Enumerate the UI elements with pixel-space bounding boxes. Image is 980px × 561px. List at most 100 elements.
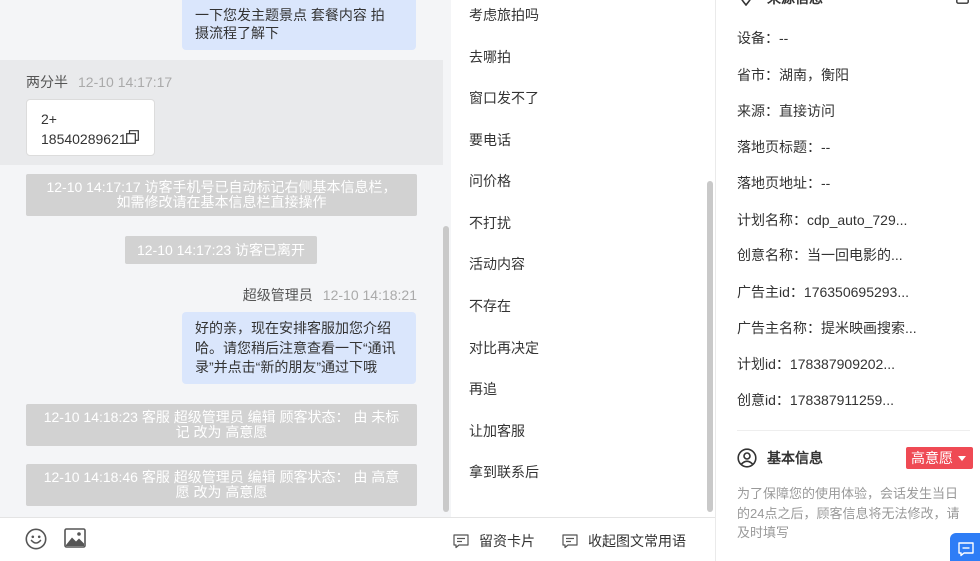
info-value: 178387909202... [789, 356, 896, 372]
quick-phrase-item[interactable]: 要电话 [469, 129, 511, 151]
info-label: 来源： [737, 103, 779, 119]
info-row-region: 省市：湖南，衡阳 [737, 65, 849, 85]
quick-phrase-item[interactable]: 问价格 [469, 170, 511, 192]
message-meta: 超级管理员 12-10 14:18:21 [26, 285, 417, 305]
info-value: cdp_auto_729... [807, 212, 908, 228]
chat-icon [958, 542, 974, 557]
customer-info-panel: 来源信息 设备：-- 省市：湖南，衡阳 来源：直接访问 落地页标题：-- 落地页… [715, 0, 980, 561]
system-message-line: 12-10 14:18:23 客服 超级管理员 编辑 顾客状态： 由 未标 [43, 409, 400, 425]
info-value: -- [779, 30, 789, 46]
user-circle-icon [737, 448, 757, 468]
copy-icon[interactable] [126, 130, 139, 144]
message-line: 摄流程了解下 [195, 25, 279, 41]
info-row-source: 来源：直接访问 [737, 101, 835, 121]
info-row-creative-id: 创意id：178387911259... [737, 390, 894, 410]
info-label: 创意名称： [737, 247, 807, 263]
message-line: 录”并点击“新的朋友”通过下哦 [195, 359, 377, 375]
collapse-phrases-button[interactable]: 收起图文常用语 [562, 530, 686, 552]
lead-card-label: 留资卡片 [479, 533, 535, 549]
info-row-device: 设备：-- [737, 28, 788, 48]
notice-line: 为了保障您的使用体验，会话发生当日 [737, 486, 959, 501]
system-message-line: 记 改为 高意愿 [175, 424, 268, 440]
quick-phrase-item[interactable]: 窗口发不了 [469, 87, 539, 109]
info-value: -- [821, 139, 831, 155]
visitor-message-row: 两分半 12-10 14:17:17 2+ 18540289621 [0, 60, 443, 165]
quick-phrase-item[interactable]: 让加客服 [469, 420, 525, 442]
info-value: 当一回电影的... [807, 247, 903, 263]
info-row-landing-url: 落地页地址：-- [737, 173, 830, 193]
info-label: 广告主名称： [737, 320, 821, 336]
sender-name: 两分半 [26, 74, 68, 90]
info-value: 提米映画搜索... [821, 320, 917, 336]
system-message-line: 12-10 14:17:23 访客已离开 [136, 242, 306, 258]
floating-chat-button[interactable] [950, 533, 980, 561]
image-icon[interactable] [64, 528, 86, 548]
section-divider [737, 430, 970, 431]
intent-status-dropdown[interactable]: 高意愿 [906, 447, 973, 469]
info-label: 省市： [737, 67, 779, 83]
info-label: 落地页标题： [737, 139, 821, 155]
message-line: 哈。请您稍后注意查看一下“通讯 [195, 339, 396, 356]
message-line: 一下您发主题景点 套餐内容 拍 [195, 7, 385, 23]
info-row-plan-id: 计划id：178387909202... [737, 354, 895, 374]
caret-down-icon [958, 456, 966, 461]
system-message: 12-10 14:17:23 访客已离开 [125, 236, 317, 264]
quick-phrase-item[interactable]: 活动内容 [469, 253, 525, 275]
quick-phrase-item[interactable]: 对比再决定 [469, 337, 539, 359]
edit-square-icon[interactable] [956, 0, 969, 4]
info-row-plan-name: 计划名称：cdp_auto_729... [737, 210, 907, 230]
quick-phrase-item[interactable]: 考虑旅拍吗 [469, 4, 539, 26]
system-message: 12-10 14:18:46 客服 超级管理员 编辑 顾客状态： 由 高意 愿 … [26, 464, 417, 506]
lead-card-button[interactable]: 留资卡片 [453, 530, 535, 552]
info-label: 计划id： [737, 356, 790, 372]
notice-line: 的24点之后，顾客信息将无法修改，请 [737, 505, 960, 521]
quick-phrase-item[interactable]: 再追 [469, 378, 497, 400]
collapse-phrases-label: 收起图文常用语 [588, 533, 686, 549]
quick-phrase-panel: 考虑旅拍吗 去哪拍 窗口发不了 要电话 问价格 不打扰 活动内容 不存在 对比再… [451, 0, 715, 517]
info-value: 湖南，衡阳 [779, 67, 849, 83]
info-row-creative-name: 创意名称：当一回电影的... [737, 245, 903, 265]
agent-message-bubble: 一下您发主题景点 套餐内容 拍 摄流程了解下 [182, 0, 416, 50]
system-message: 12-10 14:17:17 访客手机号已自动标记右侧基本信息栏， 如需修改请在… [26, 174, 417, 216]
info-label: 创意id： [737, 392, 790, 408]
system-message-line: 12-10 14:18:46 客服 超级管理员 编辑 顾客状态： 由 高意 [43, 469, 400, 485]
input-toolbar: 留资卡片 收起图文常用语 [0, 517, 715, 561]
message-lines-icon [562, 533, 588, 549]
message-line: 好的亲，现在安排客服加您介绍 [195, 320, 391, 336]
agent-message-bubble: 好的亲，现在安排客服加您介绍 哈。请您稍后注意查看一下“通讯 录”并点击“新的朋… [182, 312, 416, 384]
info-value: 直接访问 [779, 103, 835, 119]
system-message-line: 12-10 14:17:17 访客手机号已自动标记右侧基本信息栏， [46, 179, 397, 195]
intent-status-label: 高意愿 [911, 450, 953, 466]
info-row-advertiser-name: 广告主名称：提米映画搜索... [737, 318, 917, 338]
system-message-line: 愿 改为 高意愿 [175, 484, 268, 500]
info-label: 设备： [737, 30, 779, 46]
quick-phrase-item[interactable]: 不存在 [469, 295, 511, 317]
quick-phrase-item[interactable]: 去哪拍 [469, 46, 511, 68]
location-pin-icon [738, 0, 754, 7]
quick-phrase-scrollbar[interactable] [707, 181, 713, 512]
phone-card: 2+ 18540289621 [26, 99, 155, 156]
notice-line: 及时填写 [737, 525, 790, 540]
chat-panel: 一下您发主题景点 套餐内容 拍 摄流程了解下 两分半 12-10 14:17:17… [0, 0, 451, 517]
message-time: 12-10 14:18:21 [322, 287, 417, 303]
info-label: 落地页地址： [737, 175, 821, 191]
emoji-icon[interactable] [25, 528, 47, 550]
info-row-landing-title: 落地页标题：-- [737, 137, 830, 157]
basic-info-title: 基本信息 [767, 450, 823, 466]
system-message-line: 如需修改请在基本信息栏直接操作 [116, 194, 327, 210]
info-row-advertiser-id: 广告主id：176350695293... [737, 282, 909, 302]
system-message: 12-10 14:18:23 客服 超级管理员 编辑 顾客状态： 由 未标 记 … [26, 404, 417, 446]
quick-phrase-item[interactable]: 不打扰 [469, 212, 511, 234]
info-value: 178387911259... [789, 392, 894, 408]
basic-info-notice: 为了保障您的使用体验，会话发生当日 的24点之后，顾客信息将无法修改，请 及时填… [737, 484, 969, 543]
info-value: 176350695293... [803, 284, 910, 300]
info-label: 计划名称： [737, 212, 807, 228]
card-text: 2+ [41, 111, 57, 127]
chat-scrollbar[interactable] [443, 226, 449, 512]
message-card-icon [453, 533, 479, 549]
info-value: -- [821, 175, 831, 191]
message-meta: 两分半 12-10 14:17:17 [26, 72, 172, 92]
source-info-title: 来源信息 [767, 0, 823, 8]
quick-phrase-item[interactable]: 拿到联系后 [469, 461, 539, 483]
message-time: 12-10 14:17:17 [78, 74, 173, 90]
